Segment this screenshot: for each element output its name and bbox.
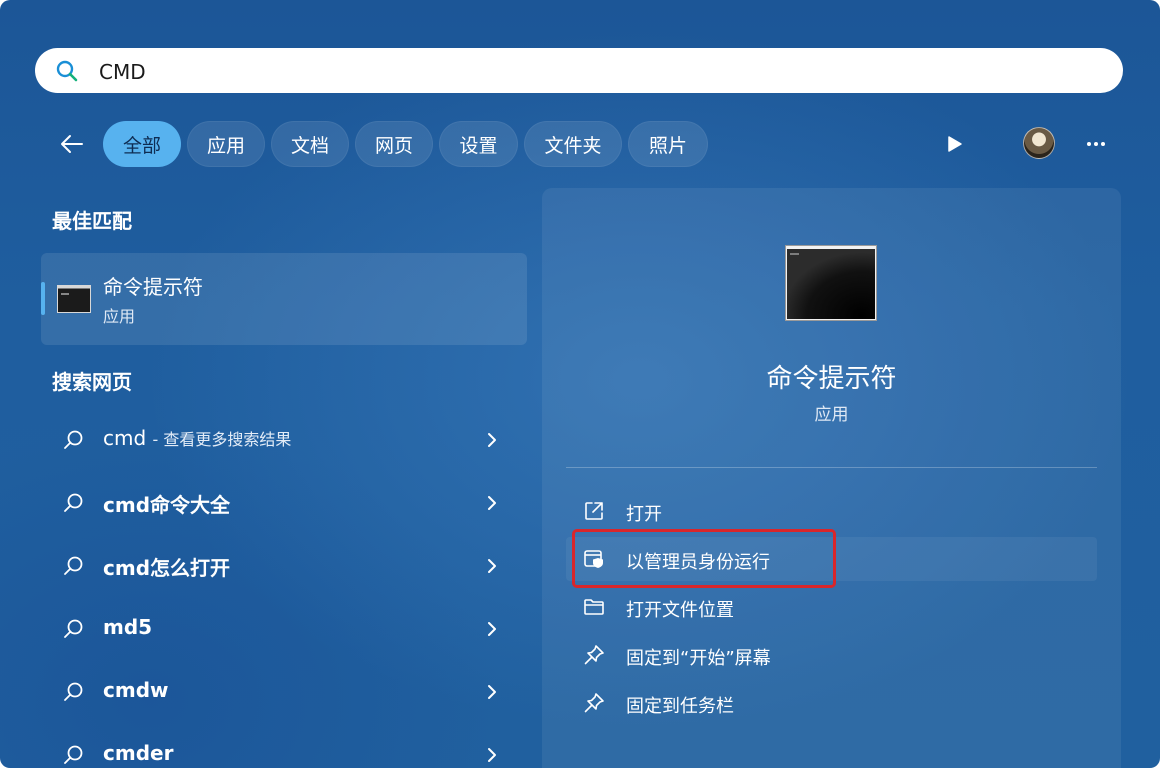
tab-apps[interactable]: 应用 — [187, 121, 265, 167]
action-open-file-location[interactable]: 打开文件位置 — [566, 585, 1097, 629]
web-result-query: cmdw — [103, 678, 169, 702]
chevron-right-icon — [488, 748, 496, 762]
search-icon — [64, 556, 83, 575]
search-icon — [64, 682, 83, 701]
detail-app-type: 应用 — [814, 405, 849, 425]
web-search-heading: 搜索网页 — [52, 370, 132, 394]
search-icon — [56, 60, 78, 82]
best-match-item[interactable]: 命令提示符 应用 — [41, 253, 527, 345]
folder-icon — [584, 599, 604, 615]
command-prompt-icon — [785, 245, 877, 321]
chevron-right-icon — [488, 559, 496, 573]
search-input[interactable] — [97, 54, 1081, 89]
tab-documents[interactable]: 文档 — [271, 121, 349, 167]
avatar[interactable] — [1023, 127, 1055, 159]
detail-panel: 命令提示符 应用 打开 以管理员身份运行 打开文件位置 固定到“开始”屏幕 固定… — [542, 188, 1121, 768]
divider — [566, 467, 1097, 468]
action-label: 固定到“开始”屏幕 — [626, 648, 771, 669]
action-label: 固定到任务栏 — [626, 696, 734, 717]
search-icon — [64, 493, 83, 512]
web-result-item[interactable]: md5 — [41, 601, 527, 657]
open-external-icon — [585, 502, 603, 520]
web-result-query: cmd怎么打开 — [103, 556, 231, 580]
web-result-item[interactable]: cmd - 查看更多搜索结果 — [41, 412, 527, 468]
web-result-item[interactable]: cmder — [41, 727, 527, 768]
action-label: 打开 — [626, 504, 662, 525]
tab-settings[interactable]: 设置 — [439, 121, 518, 167]
tab-all[interactable]: 全部 — [103, 121, 181, 167]
highlight-box — [572, 529, 836, 588]
play-icon[interactable] — [942, 132, 966, 156]
web-result-query: cmder — [103, 741, 174, 765]
chevron-right-icon — [488, 496, 496, 510]
chevron-right-icon — [488, 433, 496, 447]
tab-folders[interactable]: 文件夹 — [524, 121, 622, 167]
action-label: 打开文件位置 — [626, 600, 734, 621]
best-match-type: 应用 — [103, 307, 136, 326]
back-arrow-icon[interactable] — [56, 128, 88, 160]
action-open[interactable]: 打开 — [566, 489, 1097, 533]
best-match-name: 命令提示符 — [103, 275, 203, 299]
more-options-icon[interactable] — [1084, 132, 1108, 156]
web-result-item[interactable]: cmd命令大全 — [41, 475, 527, 531]
action-pin-to-taskbar[interactable]: 固定到任务栏 — [566, 681, 1097, 725]
chevron-right-icon — [488, 685, 496, 699]
action-pin-to-start[interactable]: 固定到“开始”屏幕 — [566, 633, 1097, 677]
command-prompt-icon — [57, 285, 91, 313]
chevron-right-icon — [488, 622, 496, 636]
web-result-query: cmd — [103, 426, 147, 450]
pin-icon — [584, 693, 604, 713]
search-icon — [64, 619, 83, 638]
web-result-query: md5 — [103, 615, 153, 639]
detail-app-name: 命令提示符 — [766, 364, 897, 394]
search-window: 全部 应用 文档 网页 设置 文件夹 照片 最佳匹配 命令提示符 应用 搜索网页… — [0, 0, 1160, 768]
web-result-query: cmd命令大全 — [103, 493, 231, 517]
web-result-item[interactable]: cmd怎么打开 — [41, 538, 527, 594]
selection-indicator — [41, 282, 45, 315]
web-result-suffix: - 查看更多搜索结果 — [152, 430, 292, 449]
search-box[interactable] — [35, 48, 1123, 93]
best-match-heading: 最佳匹配 — [52, 209, 132, 233]
tab-web[interactable]: 网页 — [355, 121, 433, 167]
pin-icon — [584, 645, 604, 665]
search-icon — [64, 745, 83, 764]
tab-photos[interactable]: 照片 — [628, 121, 708, 167]
web-result-item[interactable]: cmdw — [41, 664, 527, 720]
search-icon — [64, 430, 83, 449]
